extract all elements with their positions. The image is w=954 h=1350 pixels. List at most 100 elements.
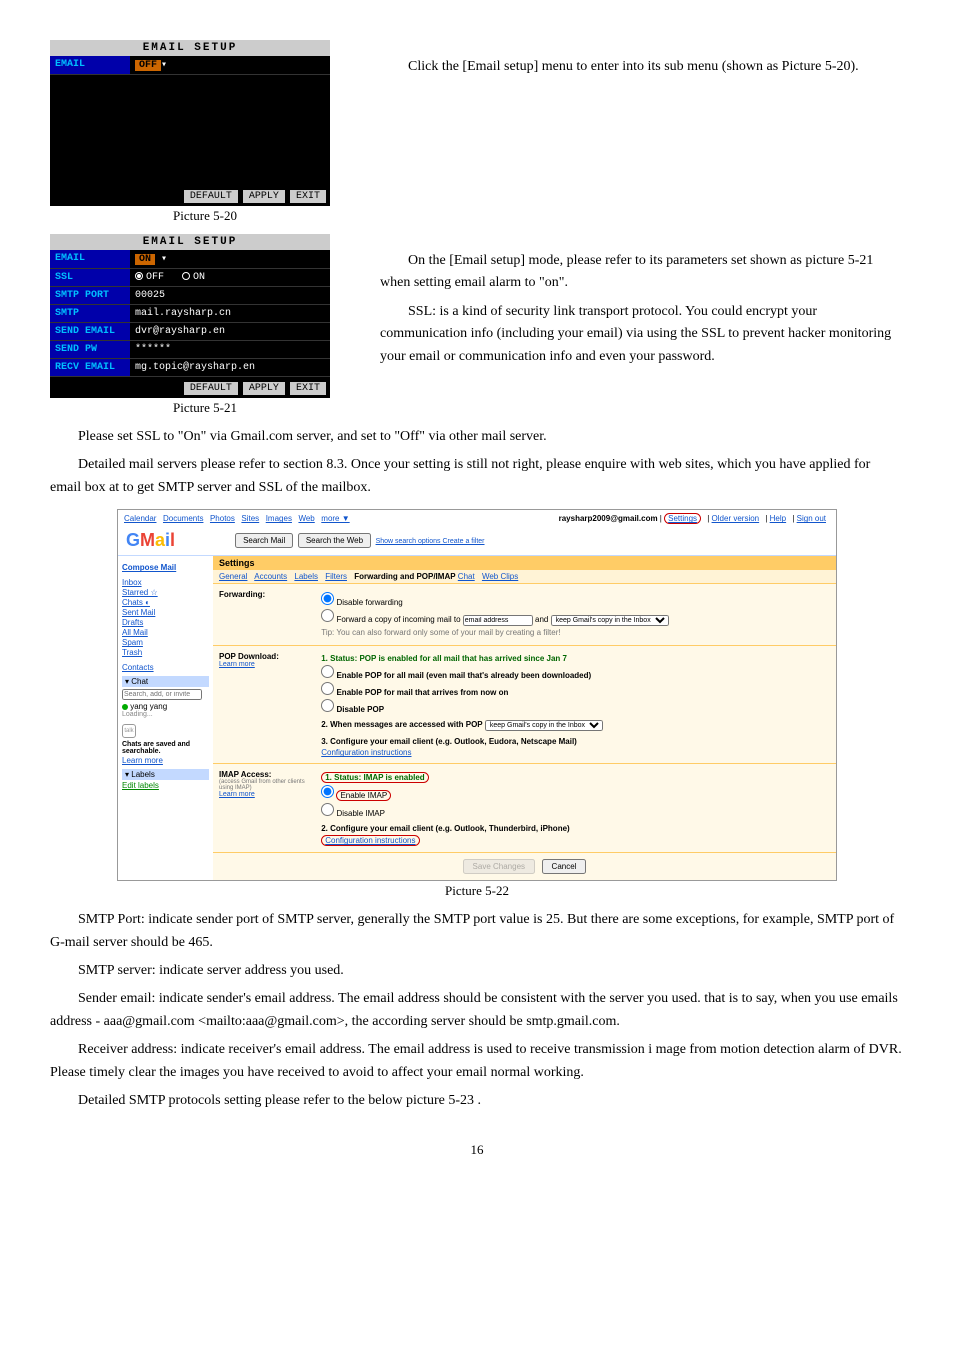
default-button[interactable]: DEFAULT	[184, 190, 238, 203]
talk-icon[interactable]: talk	[122, 724, 136, 738]
field-value[interactable]: 00025	[130, 287, 330, 304]
loading-text: Loading...	[122, 711, 209, 718]
apply-button[interactable]: APPLY	[243, 190, 285, 203]
older-version-link[interactable]: Older version	[712, 514, 760, 523]
paragraph-2b: SSL: is a kind of security link transpor…	[380, 301, 904, 368]
search-web-button[interactable]: Search the Web	[298, 533, 371, 548]
imap-disable-radio[interactable]	[321, 803, 334, 816]
email-setup-520: EMAIL SETUP EMAIL OFF▾ DEFAULT APPLY EXI…	[50, 40, 330, 206]
radio-off[interactable]	[135, 272, 143, 280]
sidebar-link[interactable]: Chats ◐	[122, 598, 209, 607]
tab-accounts[interactable]: Accounts	[254, 572, 287, 581]
box-footer: DEFAULT APPLY EXIT	[50, 377, 330, 398]
pop-label: POP Download:Learn more	[219, 652, 319, 668]
search-mail-button[interactable]: Search Mail	[235, 533, 293, 548]
talk-msg: Chats are saved and searchable.	[122, 741, 209, 755]
caption-521: Picture 5-21	[50, 400, 360, 416]
gmail-main: Settings General Accounts Labels Filters…	[213, 556, 836, 880]
learn-more-link[interactable]: Learn more	[219, 661, 319, 668]
field-label: SEND PW	[50, 341, 130, 358]
fwd-forward-radio[interactable]	[321, 609, 334, 622]
help-link[interactable]: Help	[770, 514, 786, 523]
tab-general[interactable]: General	[219, 572, 247, 581]
box-body	[50, 75, 330, 185]
learn-more-link[interactable]: Learn more	[219, 791, 319, 798]
field-value[interactable]: dvr@raysharp.en	[130, 323, 330, 340]
default-button[interactable]: DEFAULT	[184, 382, 238, 395]
gmail-settings-screenshot: Calendar Documents Photos Sites Images W…	[117, 509, 837, 881]
search-options-link[interactable]: Show search options Create a filter	[376, 538, 485, 545]
tab-webclips[interactable]: Web Clips	[482, 572, 518, 581]
sidebar-link[interactable]: All Mail	[122, 628, 209, 637]
settings-link[interactable]: Settings	[664, 513, 701, 524]
nav-link[interactable]: Web	[298, 514, 314, 523]
field-label: SEND EMAIL	[50, 323, 130, 340]
field-value[interactable]: OFF▾	[130, 56, 330, 74]
box-title: EMAIL SETUP	[50, 234, 330, 250]
save-changes-button[interactable]: Save Changes	[463, 859, 535, 874]
fwd-tip: Tip: You can also forward only some of y…	[321, 628, 822, 637]
signout-link[interactable]: Sign out	[797, 514, 826, 523]
paragraph-2a: On the [Email setup] mode, please refer …	[380, 250, 904, 295]
nav-link[interactable]: Calendar	[124, 514, 156, 523]
chat-header[interactable]: ▾ Chat	[122, 676, 209, 687]
field-label: EMAIL	[50, 56, 130, 74]
pop-action-select[interactable]: keep Gmail's copy in the Inbox	[485, 720, 603, 731]
tab-labels[interactable]: Labels	[294, 572, 318, 581]
tab-filters[interactable]: Filters	[325, 572, 347, 581]
nav-link[interactable]: Sites	[241, 514, 259, 523]
labels-header[interactable]: ▾ Labels	[122, 769, 209, 780]
chat-search-input[interactable]	[122, 689, 202, 700]
paragraph-1: Click the [Email setup] menu to enter in…	[380, 56, 904, 78]
sidebar-link[interactable]: Starred ☆	[122, 588, 209, 597]
tab-chat[interactable]: Chat	[458, 572, 475, 581]
paragraph-4: Detailed mail servers please refer to se…	[50, 454, 904, 499]
field-value[interactable]: mail.raysharp.cn	[130, 305, 330, 322]
gmail-topbar: Calendar Documents Photos Sites Images W…	[118, 510, 836, 526]
settings-tabs: General Accounts Labels Filters Forwardi…	[213, 570, 836, 584]
paragraph-8: Receiver address: indicate receiver's em…	[50, 1039, 904, 1084]
paragraph-6: SMTP server: indicate server address you…	[50, 960, 904, 982]
email-setup-521: EMAIL SETUP EMAIL ON ▾ SSL OFF ON SMTP P…	[50, 234, 330, 398]
sidebar-link[interactable]: Sent Mail	[122, 608, 209, 617]
account-email: raysharp2009@gmail.com	[559, 514, 658, 523]
pop-disable-radio[interactable]	[321, 699, 334, 712]
config-link[interactable]: Configuration instructions	[321, 748, 411, 757]
paragraph-7: Sender email: indicate sender's email ad…	[50, 988, 904, 1033]
nav-link[interactable]: Images	[266, 514, 292, 523]
config-link[interactable]: Configuration instructions	[321, 835, 419, 846]
sidebar-link[interactable]: Contacts	[122, 663, 209, 672]
exit-button[interactable]: EXIT	[290, 190, 326, 203]
paragraph-9: Detailed SMTP protocols setting please r…	[50, 1090, 904, 1112]
field-value[interactable]: OFF ON	[130, 269, 330, 286]
sidebar-link[interactable]: Inbox	[122, 578, 209, 587]
sidebar-link[interactable]: Drafts	[122, 618, 209, 627]
exit-button[interactable]: EXIT	[290, 382, 326, 395]
nav-link[interactable]: more ▼	[321, 514, 349, 523]
nav-link[interactable]: Documents	[163, 514, 203, 523]
fwd-disable-radio[interactable]	[321, 592, 334, 605]
field-label: SMTP PORT	[50, 287, 130, 304]
field-value[interactable]: ON ▾	[130, 250, 330, 268]
cancel-button[interactable]: Cancel	[542, 859, 587, 874]
learn-more-link[interactable]: Learn more	[122, 756, 209, 765]
sidebar-link[interactable]: Trash	[122, 648, 209, 657]
field-label: SMTP	[50, 305, 130, 322]
compose-link[interactable]: Compose Mail	[122, 563, 209, 572]
paragraph-5: SMTP Port: indicate sender port of SMTP …	[50, 909, 904, 954]
edit-labels-link[interactable]: Edit labels	[122, 781, 209, 790]
pop-all-radio[interactable]	[321, 665, 334, 678]
imap-label: IMAP Access:(access Gmail from other cli…	[219, 770, 319, 798]
field-value[interactable]: ******	[130, 341, 330, 358]
imap-enable-radio[interactable]	[321, 785, 334, 798]
fwd-address-input[interactable]	[463, 615, 533, 626]
sidebar-link[interactable]: Spam	[122, 638, 209, 647]
field-value[interactable]: mg.topic@raysharp.en	[130, 359, 330, 376]
fwd-action-select[interactable]: keep Gmail's copy in the Inbox	[551, 615, 669, 626]
apply-button[interactable]: APPLY	[243, 382, 285, 395]
tab-forwarding[interactable]: Forwarding and POP/IMAP	[354, 572, 455, 581]
nav-link[interactable]: Photos	[210, 514, 235, 523]
forwarding-label: Forwarding:	[219, 590, 319, 599]
radio-on[interactable]	[182, 272, 190, 280]
pop-new-radio[interactable]	[321, 682, 334, 695]
